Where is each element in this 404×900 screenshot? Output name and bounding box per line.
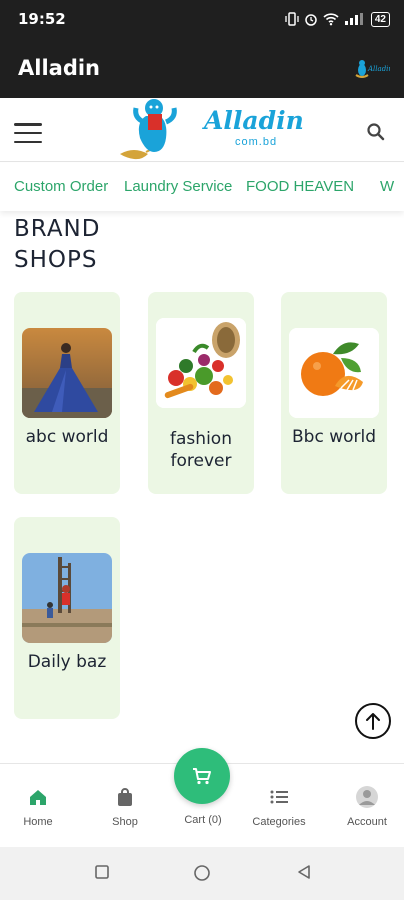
recents-icon[interactable] [94, 864, 110, 880]
nav-food-heaven[interactable]: FOOD HEAVEN [246, 178, 354, 195]
nav-more[interactable]: W [380, 178, 394, 195]
alarm-icon [305, 14, 317, 26]
section-title-line2: SHOPS [14, 247, 98, 273]
nav-categories-label: Categories [252, 816, 306, 828]
brand-domain: com.bd [235, 136, 278, 148]
orange-fruit-icon [289, 328, 379, 418]
app-bar: Alladin Alladin [0, 38, 404, 98]
cart-icon [193, 768, 211, 785]
app-title: Alladin [18, 56, 101, 80]
vegetable-basket-icon [156, 318, 246, 408]
site-header: Alladin com.bd [0, 98, 404, 162]
construction-photo-icon [22, 553, 112, 643]
list-icon [270, 790, 288, 804]
category-nav: Custom Order Laundry Service FOOD HEAVEN… [0, 163, 404, 211]
shop-card-abc-world[interactable]: abc world [14, 292, 120, 494]
brand-logo[interactable]: Alladin com.bd [118, 98, 304, 162]
shop-card-daily-baz[interactable]: Daily baz [14, 517, 120, 719]
home-circle-icon[interactable] [193, 864, 211, 882]
nav-categories[interactable]: Categories [239, 786, 319, 828]
wifi-icon [323, 13, 339, 26]
nav-account-label: Account [347, 816, 387, 828]
shop-name: abc world [25, 427, 109, 447]
nav-custom-order[interactable]: Custom Order [14, 178, 108, 195]
nav-home[interactable]: Home [0, 786, 78, 828]
gown-photo-icon [22, 328, 112, 418]
cart-button[interactable] [174, 748, 230, 804]
section-title: BRAND SHOPS [14, 214, 100, 276]
back-icon[interactable] [296, 864, 312, 880]
scroll-top-button[interactable] [355, 703, 391, 739]
status-icons: 42 [285, 11, 390, 27]
home-icon [30, 790, 46, 805]
nav-shop-label: Shop [112, 816, 138, 828]
signal-icon [344, 13, 363, 25]
shopping-bag-icon [118, 788, 132, 806]
nav-shop[interactable]: Shop [85, 786, 165, 828]
genie-icon [120, 99, 177, 160]
system-nav-bar [0, 847, 404, 900]
shop-card-fashion-forever[interactable]: fashion forever [148, 292, 254, 494]
vibrate-icon [285, 12, 299, 26]
menu-icon[interactable] [14, 123, 42, 143]
shop-name: Bbc world [291, 427, 376, 447]
battery-indicator: 42 [370, 11, 390, 27]
status-time: 19:52 [18, 10, 66, 28]
shop-name: fashion forever [170, 429, 232, 471]
shop-name: Daily baz [27, 652, 107, 672]
nav-account[interactable]: Account [327, 786, 404, 828]
brand-name: Alladin [204, 106, 304, 135]
section-title-line1: BRAND [14, 216, 101, 242]
nav-laundry-service[interactable]: Laundry Service [124, 178, 232, 195]
cart-label: Cart (0) [184, 814, 222, 826]
svg-text:Alladin: Alladin [367, 65, 390, 73]
search-icon[interactable] [366, 122, 386, 142]
nav-home-label: Home [23, 816, 53, 828]
status-bar: 19:52 42 [0, 0, 404, 38]
arrow-up-icon [366, 713, 380, 730]
shop-card-bbc-world[interactable]: Bbc world [281, 292, 387, 494]
avatar-icon [356, 786, 378, 808]
app-logo-icon: Alladin [355, 60, 390, 78]
